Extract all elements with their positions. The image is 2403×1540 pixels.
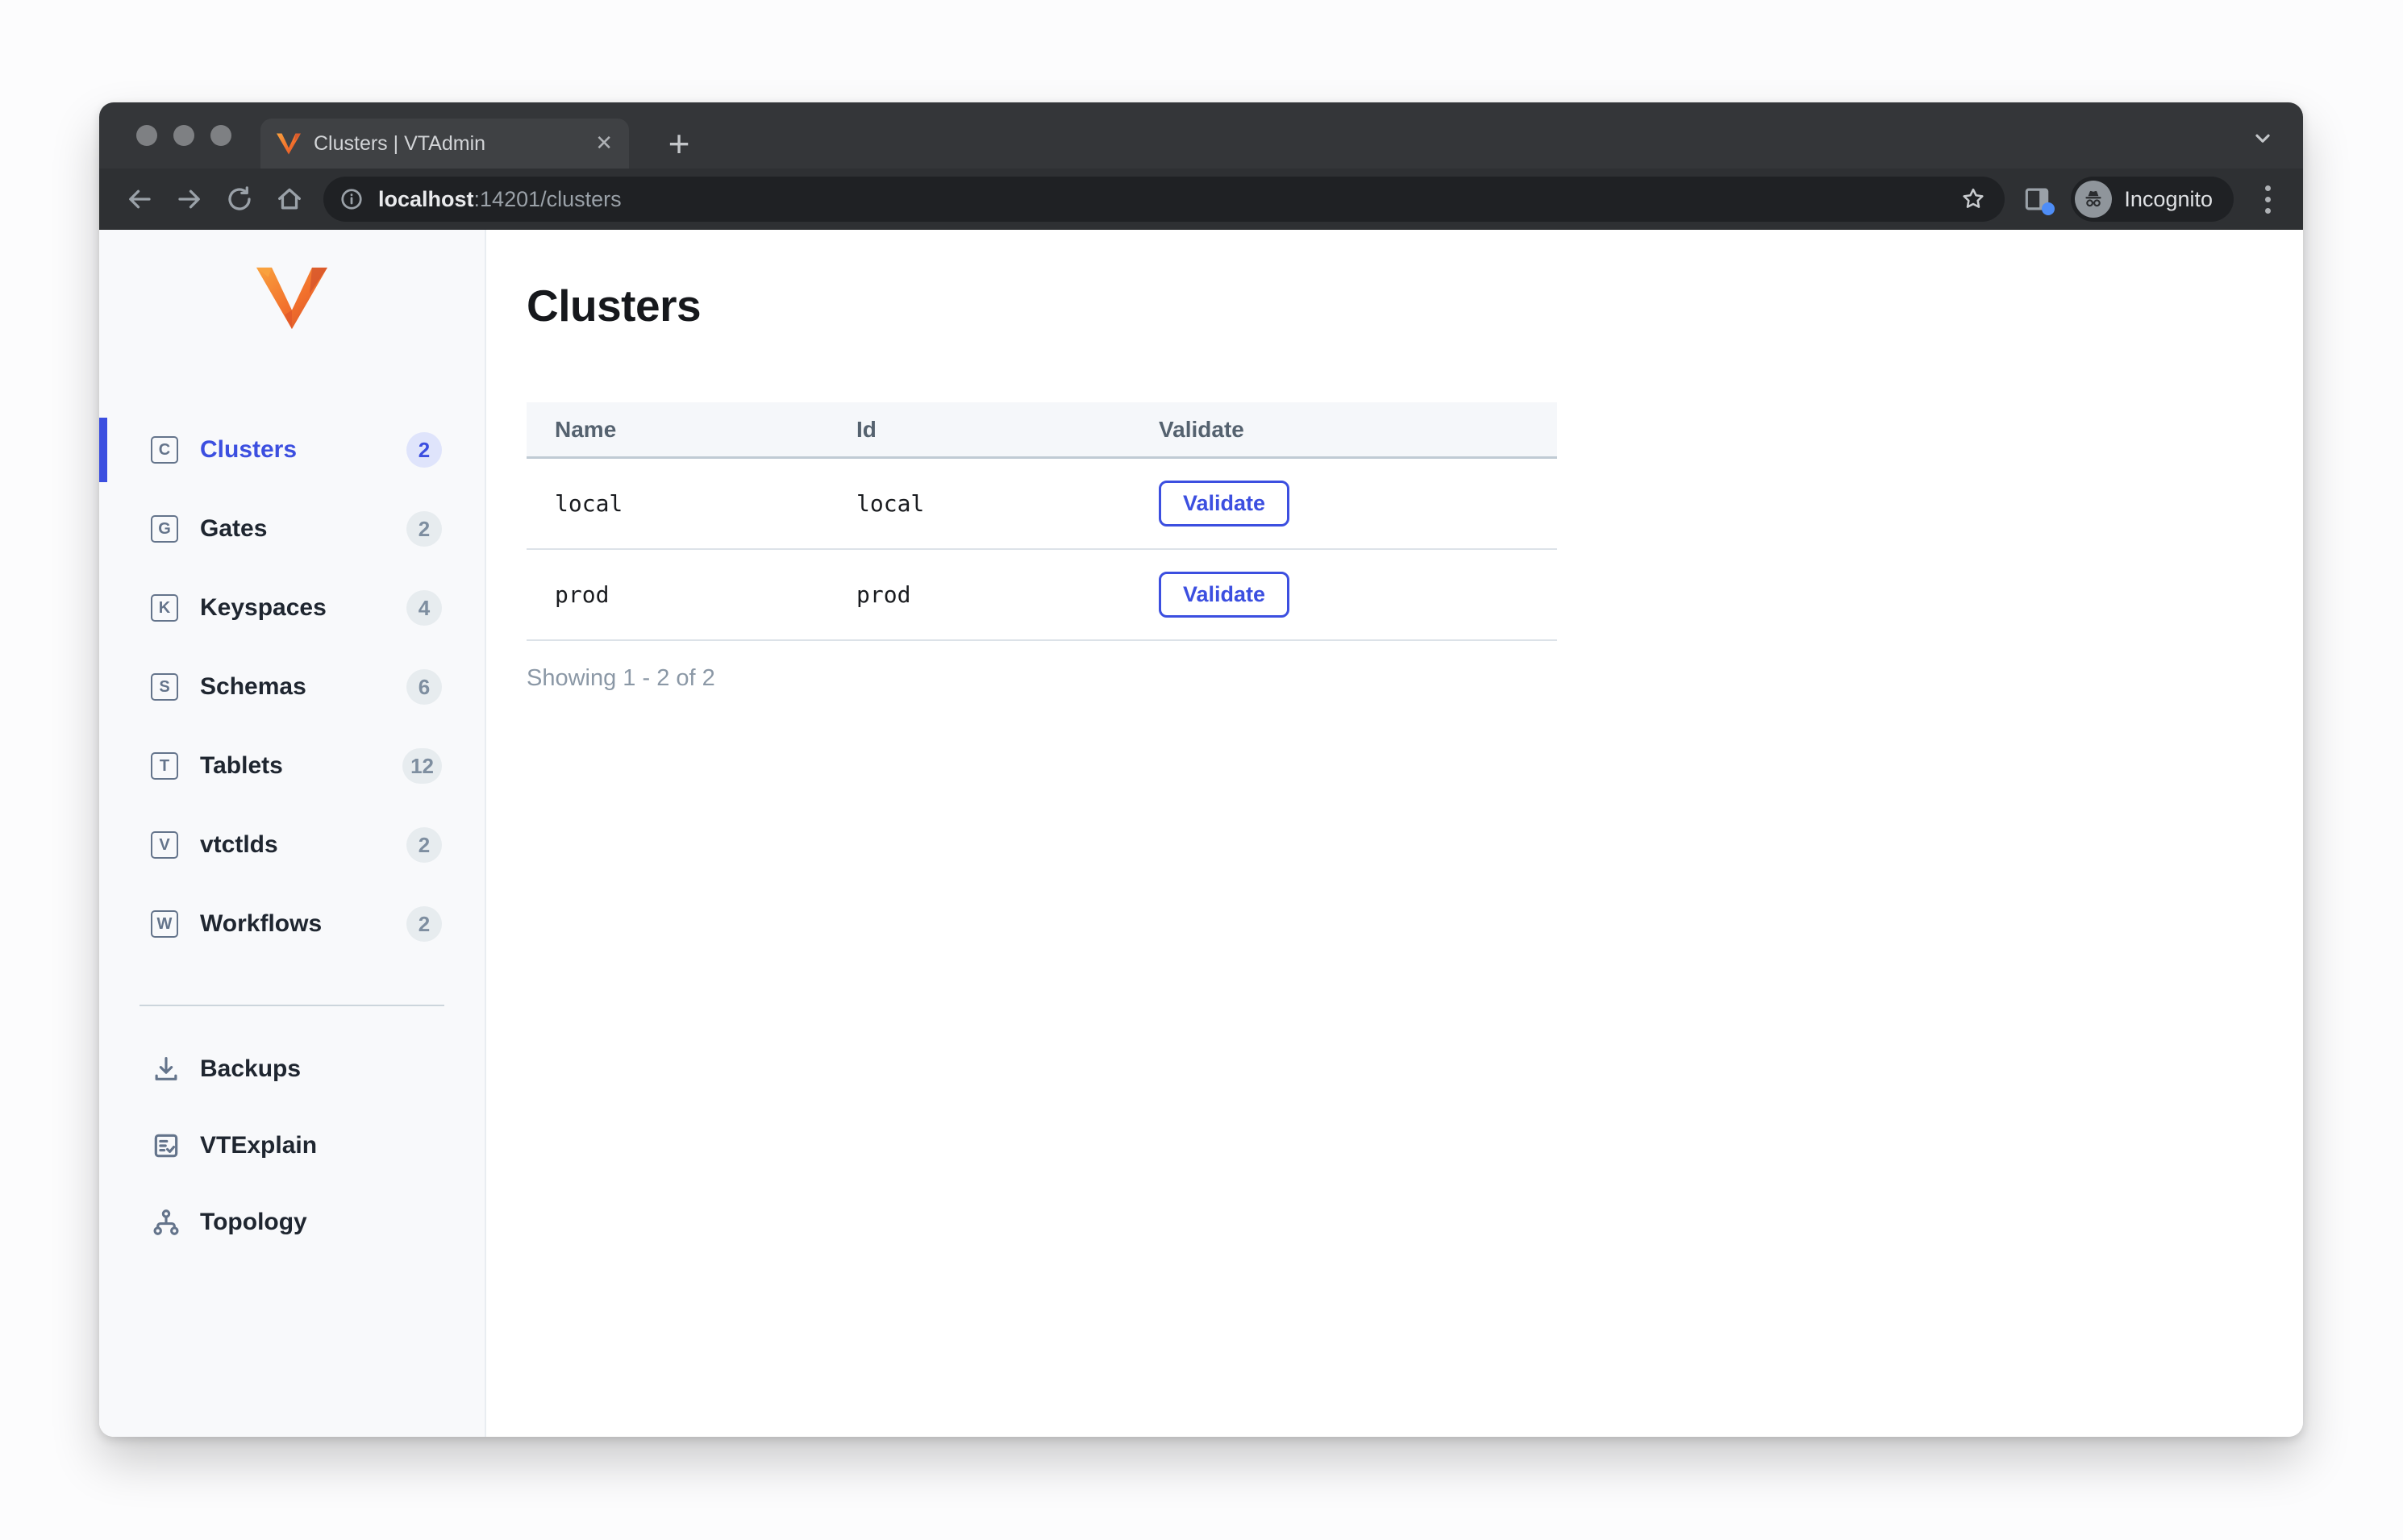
vitess-logo — [256, 267, 327, 330]
column-header-validate: Validate — [1159, 416, 1244, 442]
keyspaces-letter-icon: K — [151, 594, 178, 622]
sidebar-item-tablets[interactable]: T Tablets 12 — [99, 734, 485, 798]
table-row: local local Validate — [527, 459, 1557, 550]
back-button[interactable] — [120, 180, 159, 219]
address-bar[interactable]: localhost:14201/clusters — [323, 177, 2005, 222]
table-header: Name Id Validate — [527, 402, 1557, 459]
site-info-icon[interactable] — [339, 187, 364, 211]
count-badge: 2 — [406, 432, 442, 468]
sidebar-item-vtexplain[interactable]: VTExplain — [99, 1113, 485, 1178]
column-header-id: Id — [856, 416, 877, 442]
sidebar-item-topology[interactable]: Topology — [99, 1190, 485, 1255]
chevron-down-icon — [2255, 134, 2270, 143]
star-icon — [1963, 188, 1984, 208]
sidebar-item-gates[interactable]: G Gates 2 — [99, 497, 485, 561]
reload-button[interactable] — [220, 180, 259, 219]
kebab-icon — [2264, 185, 2271, 191]
cluster-name: prod — [555, 581, 610, 608]
sidebar-item-backups[interactable]: Backups — [99, 1037, 485, 1101]
arrow-left-icon — [129, 189, 151, 209]
gates-letter-icon: G — [151, 515, 178, 543]
incognito-badge: Incognito — [2071, 177, 2234, 222]
active-indicator — [99, 418, 107, 482]
schemas-letter-icon: S — [151, 673, 178, 701]
tab-title: Clusters | VTAdmin — [314, 131, 486, 155]
forward-button[interactable] — [170, 180, 209, 219]
topology-icon — [153, 1209, 179, 1235]
cluster-name: local — [555, 490, 623, 517]
sidebar: C Clusters 2 G Gates 2 K Keyspaces 4 S S… — [99, 230, 486, 1437]
bookmark-button[interactable] — [1959, 185, 1987, 213]
count-badge: 2 — [406, 906, 442, 942]
result-count: Showing 1 - 2 of 2 — [527, 665, 715, 691]
validate-button[interactable]: Validate — [1159, 572, 1290, 618]
document-check-icon — [154, 1134, 178, 1158]
secondary-nav: Backups VTExplain Topology — [99, 1037, 485, 1255]
page-title: Clusters — [527, 281, 702, 331]
incognito-icon — [2075, 181, 2113, 218]
app-content: C Clusters 2 G Gates 2 K Keyspaces 4 S S… — [99, 230, 2303, 1437]
primary-nav: C Clusters 2 G Gates 2 K Keyspaces 4 S S… — [99, 418, 485, 956]
home-button[interactable] — [270, 180, 309, 219]
vitess-favicon — [277, 133, 301, 154]
browser-window: Clusters | VTAdmin ✕ + localhost:14201/c… — [99, 102, 2303, 1437]
count-badge: 2 — [406, 827, 442, 863]
tab-close-icon[interactable]: ✕ — [595, 133, 613, 154]
window-controls — [136, 102, 231, 169]
validate-button[interactable]: Validate — [1159, 481, 1290, 527]
table-row: prod prod Validate — [527, 550, 1557, 641]
cluster-id: local — [856, 490, 925, 517]
tab-strip: Clusters | VTAdmin ✕ + — [99, 102, 2303, 169]
side-panel-button[interactable] — [2016, 178, 2058, 220]
window-zoom-button[interactable] — [210, 125, 231, 146]
clusters-table: Name Id Validate local local Validate pr… — [527, 402, 1557, 641]
notification-dot — [2042, 202, 2055, 215]
new-tab-button[interactable]: + — [657, 122, 701, 165]
home-icon — [278, 188, 301, 210]
browser-toolbar: localhost:14201/clusters Incognito — [99, 169, 2303, 230]
incognito-label: Incognito — [2124, 186, 2213, 211]
tab-clusters[interactable]: Clusters | VTAdmin ✕ — [260, 119, 629, 169]
sidebar-item-schemas[interactable]: S Schemas 6 — [99, 655, 485, 719]
arrow-right-icon — [178, 189, 200, 209]
reload-icon — [228, 186, 251, 210]
sidebar-item-workflows[interactable]: W Workflows 2 — [99, 892, 485, 956]
main-panel: Clusters Name Id Validate local local Va… — [486, 230, 2303, 1437]
window-close-button[interactable] — [136, 125, 157, 146]
tablets-letter-icon: T — [151, 752, 178, 780]
clusters-letter-icon: C — [151, 436, 178, 464]
menu-button[interactable] — [2251, 178, 2284, 220]
sidebar-divider — [140, 1005, 444, 1006]
window-minimize-button[interactable] — [173, 125, 194, 146]
count-badge: 6 — [406, 669, 442, 705]
sidebar-item-clusters[interactable]: C Clusters 2 — [99, 418, 485, 482]
count-badge: 4 — [406, 590, 442, 626]
tab-search-button[interactable] — [2247, 122, 2279, 154]
url-text: localhost:14201/clusters — [378, 186, 622, 211]
count-badge: 2 — [406, 511, 442, 547]
download-icon — [155, 1056, 177, 1080]
cluster-id: prod — [856, 581, 911, 608]
workflows-letter-icon: W — [151, 910, 178, 938]
count-badge: 12 — [402, 748, 442, 784]
sidebar-item-keyspaces[interactable]: K Keyspaces 4 — [99, 576, 485, 640]
sidebar-item-vtctlds[interactable]: V vtctlds 2 — [99, 813, 485, 877]
vtctlds-letter-icon: V — [151, 831, 178, 859]
column-header-name: Name — [555, 416, 617, 442]
